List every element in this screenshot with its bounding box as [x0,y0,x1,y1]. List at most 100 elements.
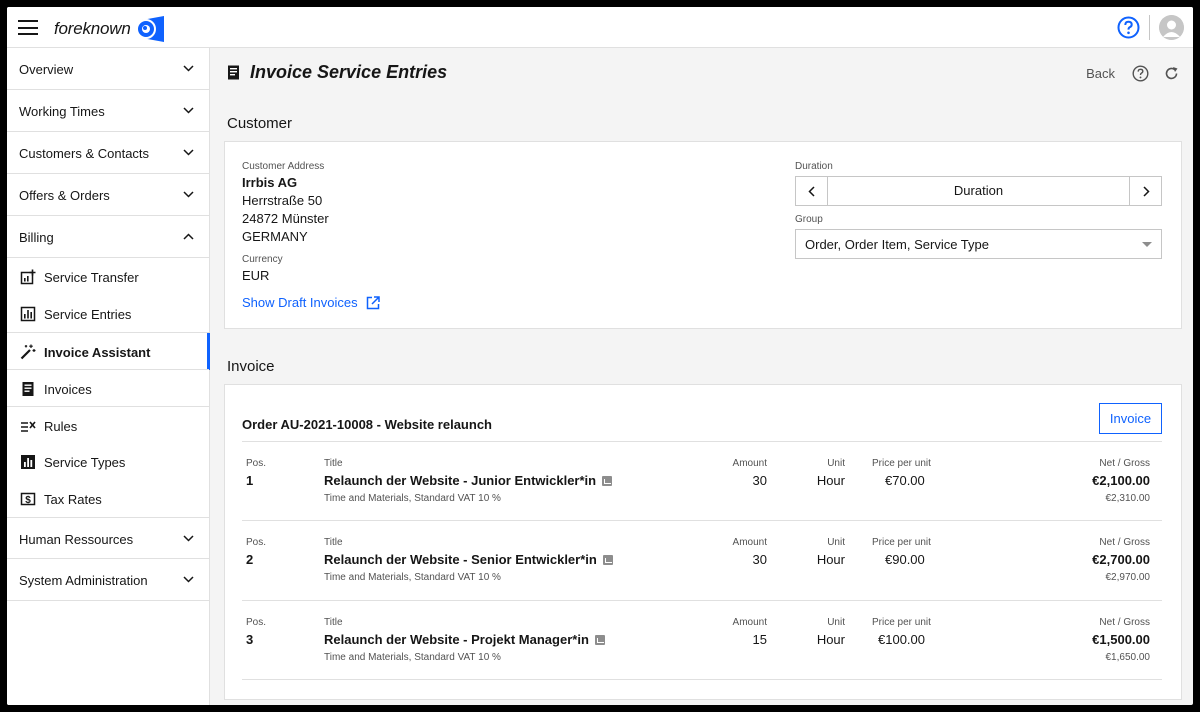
gross-value: €2,310.00 [1105,493,1151,504]
chevron-up-icon [183,233,194,240]
net-value: €2,100.00 [1092,473,1150,488]
app-logo[interactable]: foreknown [54,16,164,42]
unit-value: Hour [816,473,845,488]
sidebar-item-service-types[interactable]: Service Types [7,443,209,480]
sidebar-item-invoice-assistant[interactable]: Invoice Assistant [7,332,210,370]
customer-card: Customer Address Irrbis AG Herrstraße 50… [224,141,1182,329]
rules-icon [21,421,36,432]
unit-value: Hour [816,632,845,647]
back-button[interactable]: Back [1086,66,1115,81]
duration-picker: Duration [795,176,1162,206]
sidebar-group-human-resources[interactable]: Human Ressources [7,517,209,559]
logo-mark-icon [135,16,164,42]
table-row: Pos. 2 Title Relaunch der Website - Seni… [242,520,1162,600]
chevron-down-icon [183,576,194,583]
refresh-icon[interactable] [1164,66,1179,81]
chart-icon[interactable] [594,635,605,645]
row-title-text: Relaunch der Website - Projekt Manager*i… [324,632,589,647]
chevron-down-icon [183,149,194,156]
amount-value: 30 [752,552,767,567]
pos-value: 2 [246,552,254,567]
help-icon[interactable] [1117,16,1140,39]
title-header: Title [324,537,343,548]
price-value: €70.00 [885,473,925,488]
customer-country: GERMANY [242,229,308,244]
invoice-section-label: Invoice [227,358,275,375]
amount-header: Amount [732,537,767,548]
sidebar-item-label: Tax Rates [44,492,102,507]
show-draft-invoices-label: Show Draft Invoices [242,295,358,310]
unit-header: Unit [827,458,845,469]
sidebar-nav: Overview Working Times Customers & Conta… [7,48,210,705]
sidebar-group-working-times[interactable]: Working Times [7,90,209,132]
sidebar-group-label: Customers & Contacts [19,146,150,161]
hamburger-menu-icon[interactable] [18,20,38,35]
chart-icon[interactable] [602,555,613,565]
row-subtitle: Time and Materials, Standard VAT 10 % [324,493,501,504]
title-header: Title [324,458,343,469]
user-avatar-icon[interactable] [1159,15,1184,40]
net-gross-header: Net / Gross [1099,458,1150,469]
customer-section-label: Customer [227,115,293,132]
sidebar-group-label: Offers & Orders [19,188,110,203]
gross-value: €1,650.00 [1105,652,1151,663]
price-value: €100.00 [878,632,925,647]
header-actions: Back [1086,65,1179,82]
price-header: Price per unit [872,617,931,628]
sidebar-item-label: Rules [44,419,78,434]
sidebar-item-label: Service Types [44,455,126,470]
sidebar-item-label: Invoice Assistant [44,345,151,360]
sidebar-group-label: System Administration [19,573,148,588]
sidebar-group-overview[interactable]: Overview [7,48,209,90]
customer-street: Herrstraße 50 [242,193,323,208]
chart-icon[interactable] [602,476,613,486]
duration-prev-button[interactable] [796,177,826,205]
duration-next-button[interactable] [1131,177,1161,205]
row-title-text: Relaunch der Website - Senior Entwickler… [324,552,597,567]
sidebar-group-label: Overview [19,62,74,77]
sidebar-item-service-transfer[interactable]: Service Transfer [7,258,209,295]
duration-value[interactable]: Duration [827,177,1130,205]
help-icon[interactable] [1132,65,1149,82]
customer-address-label: Customer Address [242,161,325,172]
price-header: Price per unit [872,458,931,469]
sidebar-item-rules[interactable]: Rules [7,406,209,443]
page-title: Invoice Service Entries [227,62,447,83]
unit-value: Hour [816,552,845,567]
chevron-left-icon [807,185,815,197]
pos-value: 3 [246,632,254,647]
net-gross-header: Net / Gross [1099,617,1150,628]
chevron-down-icon [183,535,194,542]
pos-header: Pos. [246,458,267,469]
svg-text:$: $ [25,495,31,506]
row-subtitle: Time and Materials, Standard VAT 10 % [324,572,501,583]
show-draft-invoices-link[interactable]: Show Draft Invoices [242,295,380,310]
sidebar-item-service-entries[interactable]: Service Entries [7,295,209,332]
sidebar-group-customers-contacts[interactable]: Customers & Contacts [7,132,209,174]
sidebar-group-offers-orders[interactable]: Offers & Orders [7,174,209,216]
duration-label: Duration [795,161,833,172]
sidebar-group-system-administration[interactable]: System Administration [7,559,209,601]
app-name: foreknown [54,19,131,38]
sidebar-item-invoices[interactable]: Invoices [7,369,209,406]
row-title-text: Relaunch der Website - Junior Entwickler… [324,473,597,488]
chevron-down-icon [183,191,194,198]
chevron-down-icon [183,65,194,72]
sidebar-group-label: Human Ressources [19,532,134,547]
group-select[interactable]: Order, Order Item, Service Type [795,229,1162,259]
invoice-icon [228,65,239,80]
price-header: Price per unit [872,537,931,548]
row-title: Relaunch der Website - Projekt Manager*i… [324,632,605,647]
sidebar-item-label: Service Entries [44,307,132,322]
invoice-button[interactable]: Invoice [1099,403,1162,434]
sidebar-group-billing[interactable]: Billing [7,216,209,258]
main-content: Invoice Service Entries Back Customer Cu… [211,48,1193,705]
net-gross-header: Net / Gross [1099,537,1150,548]
invoice-icon [22,382,34,396]
invoice-card: Order AU-2021-10008 - Website relaunch I… [224,384,1182,700]
table-row: Pos. 3 Title Relaunch der Website - Proj… [242,600,1162,680]
chevron-down-icon [183,107,194,114]
table-bottom-divider [242,679,1162,680]
sidebar-item-tax-rates[interactable]: $ Tax Rates [7,480,209,517]
group-select-value: Order, Order Item, Service Type [805,237,989,252]
